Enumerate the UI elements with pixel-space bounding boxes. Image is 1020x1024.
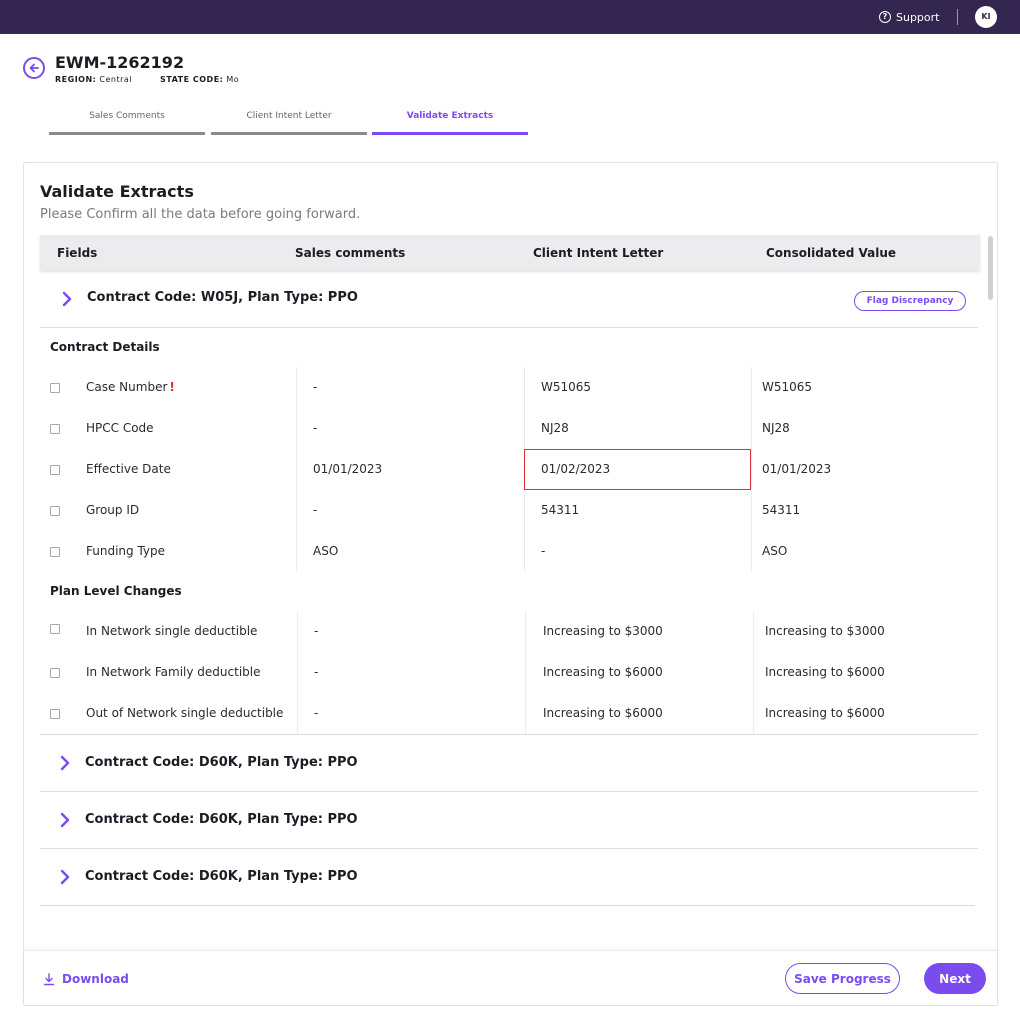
row-checkbox[interactable] [50, 383, 60, 393]
cil-value: Increasing to $6000 [543, 665, 663, 679]
consolidated-value: Increasing to $3000 [765, 624, 885, 638]
cil-value: W51065 [541, 380, 592, 394]
consolidated-value: 54311 [762, 503, 801, 517]
section-title-contract-details: Contract Details [50, 340, 160, 354]
group-header-w05j[interactable]: Contract Code: W05J, Plan Type: PPO [40, 271, 978, 328]
arrow-left-icon [29, 63, 39, 73]
chevron-right-icon [60, 812, 70, 828]
group-header-d60k[interactable]: Contract Code: D60K, Plan Type: PPO [40, 735, 978, 792]
tab-sales-comments[interactable]: Sales Comments [49, 111, 205, 135]
sales-comment-value: - [313, 380, 318, 394]
row-checkbox[interactable] [50, 547, 60, 557]
region-meta: REGION: Central [55, 75, 132, 84]
row-checkbox[interactable] [50, 668, 60, 678]
scrollbar-thumb[interactable] [988, 236, 993, 300]
state-code-value: Mo [226, 75, 240, 84]
header-consolidated-value: Consolidated Value [766, 246, 897, 260]
consolidated-value: NJ28 [762, 421, 790, 435]
region-value: Central [99, 75, 133, 84]
consolidated-value: Increasing to $6000 [765, 706, 885, 720]
field-label: Case Number [86, 380, 168, 394]
consolidated-value: W51065 [762, 380, 813, 394]
column-divider [296, 367, 297, 572]
back-button[interactable] [23, 57, 45, 79]
field-effective-date: Effective Date [86, 462, 171, 476]
column-divider [751, 367, 752, 572]
chevron-right-icon [60, 869, 70, 885]
header-sales-comments: Sales comments [295, 246, 406, 260]
top-bar: ? Support KI [0, 0, 1020, 34]
column-divider [297, 611, 298, 734]
tab-client-intent-letter[interactable]: Client Intent Letter [211, 111, 367, 135]
cil-value-mismatch: 01/02/2023 [541, 462, 611, 476]
support-link[interactable]: ? Support [879, 9, 939, 25]
group-label: Contract Code: D60K, Plan Type: PPO [85, 755, 358, 770]
state-code-key: STATE CODE: [160, 75, 224, 84]
group-label: Contract Code: D60K, Plan Type: PPO [85, 812, 358, 827]
sales-comment-value: - [314, 665, 319, 679]
card-subtitle: Please Confirm all the data before going… [40, 207, 361, 222]
download-icon [43, 972, 55, 985]
card-title: Validate Extracts [40, 182, 194, 201]
flag-discrepancy-button[interactable]: Flag Discrepancy [854, 291, 966, 311]
chevron-right-icon [62, 291, 72, 307]
save-progress-button[interactable]: Save Progress [785, 963, 900, 994]
header-fields: Fields [57, 246, 98, 260]
cil-value: - [541, 544, 546, 558]
section-title-plan-level-changes: Plan Level Changes [50, 584, 182, 598]
row-checkbox[interactable] [50, 465, 60, 475]
chevron-right-icon [60, 755, 70, 771]
field-in-network-family-deductible: In Network Family deductible [86, 665, 261, 679]
group-header-d60k[interactable]: Contract Code: D60K, Plan Type: PPO [40, 849, 975, 906]
tab-validate-extracts[interactable]: Validate Extracts [372, 111, 528, 135]
state-code-meta: STATE CODE: Mo [160, 75, 239, 84]
group-label: Contract Code: D60K, Plan Type: PPO [85, 869, 358, 884]
region-key: REGION: [55, 75, 97, 84]
field-case-number: Case Number! [86, 380, 175, 394]
row-checkbox[interactable] [50, 506, 60, 516]
field-hpcc-code: HPCC Code [86, 421, 154, 435]
table-header: Fields Sales comments Client Intent Lett… [40, 235, 980, 270]
sales-comment-value: - [313, 503, 318, 517]
download-label: Download [62, 972, 129, 986]
cil-value: Increasing to $6000 [543, 706, 663, 720]
row-checkbox[interactable] [50, 424, 60, 434]
sales-comment-value: - [313, 421, 318, 435]
field-in-network-single-deductible: In Network single deductible [86, 624, 258, 638]
sales-comment-value: ASO [313, 544, 339, 558]
sales-comment-value: - [314, 624, 319, 638]
download-link[interactable]: Download [43, 972, 129, 986]
sales-comment-value: 01/01/2023 [313, 462, 383, 476]
next-button[interactable]: Next [924, 963, 986, 994]
field-funding-type: Funding Type [86, 544, 166, 558]
field-out-of-network-single-deductible: Out of Network single deductible [86, 706, 284, 720]
column-divider [753, 611, 754, 734]
consolidated-value: 01/01/2023 [762, 462, 832, 476]
topbar-divider [957, 9, 958, 25]
group-label: Contract Code: W05J, Plan Type: PPO [87, 290, 358, 305]
required-flag: ! [169, 380, 175, 394]
cil-value: Increasing to $3000 [543, 624, 663, 638]
row-checkbox[interactable] [50, 709, 60, 719]
help-circle-icon: ? [879, 11, 891, 23]
consolidated-value: Increasing to $6000 [765, 665, 885, 679]
cil-value: 54311 [541, 503, 580, 517]
consolidated-value: ASO [762, 544, 788, 558]
row-checkbox[interactable] [50, 624, 60, 634]
field-group-id: Group ID [86, 503, 140, 517]
user-avatar[interactable]: KI [975, 6, 997, 28]
header-client-intent-letter: Client Intent Letter [533, 246, 664, 260]
group-header-d60k[interactable]: Contract Code: D60K, Plan Type: PPO [40, 792, 978, 849]
support-label: Support [896, 10, 940, 24]
cil-value: NJ28 [541, 421, 569, 435]
column-divider [525, 611, 526, 734]
case-id-title: EWM-1262192 [55, 53, 185, 72]
sales-comment-value: - [314, 706, 319, 720]
